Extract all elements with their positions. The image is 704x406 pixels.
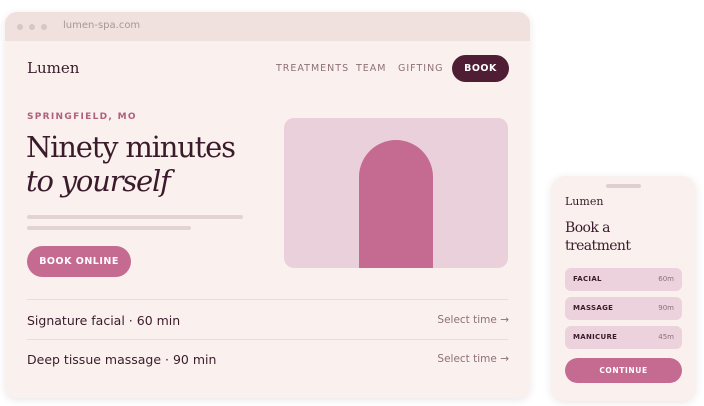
book-online-button[interactable]: BOOK ONLINE bbox=[27, 246, 131, 277]
continue-button[interactable]: CONTINUE bbox=[565, 358, 682, 383]
option-manicure[interactable]: MANICURE 45m bbox=[565, 326, 682, 349]
option-name: MANICURE bbox=[573, 333, 618, 341]
option-name: FACIAL bbox=[573, 275, 602, 283]
address-bar-url[interactable]: lumen-spa.com bbox=[63, 20, 140, 31]
divider bbox=[27, 299, 508, 300]
mobile-title: Book a treatment bbox=[565, 219, 631, 255]
window-maximize-dot[interactable] bbox=[41, 24, 47, 30]
service-name-massage: Deep tissue massage · 90 min bbox=[27, 352, 217, 367]
location-eyebrow: SPRINGFIELD, MO bbox=[27, 112, 137, 122]
service-name-facial: Signature facial · 60 min bbox=[27, 313, 181, 328]
option-name: MASSAGE bbox=[573, 304, 614, 312]
browser-toolbar: lumen-spa.com bbox=[5, 12, 530, 41]
mobile-title-line-1: Book a bbox=[565, 220, 610, 236]
headline-line-2: to yourself bbox=[26, 164, 171, 198]
arch-shape bbox=[359, 140, 433, 268]
hero-image bbox=[284, 118, 508, 268]
mobile-logo[interactable]: Lumen bbox=[565, 195, 603, 208]
browser-window: lumen-spa.com Lumen TREATMENTS TEAM GIFT… bbox=[5, 12, 530, 398]
mobile-title-line-2: treatment bbox=[565, 238, 631, 254]
text-placeholder-line bbox=[27, 226, 191, 230]
option-massage[interactable]: MASSAGE 90m bbox=[565, 297, 682, 320]
nav-gifting[interactable]: GIFTING bbox=[398, 63, 444, 74]
select-time-massage-link[interactable]: Select time → bbox=[437, 353, 509, 365]
option-duration: 60m bbox=[658, 275, 674, 283]
nav-treatments[interactable]: TREATMENTS bbox=[276, 63, 349, 74]
hero-headline: Ninety minutes to yourself bbox=[26, 130, 236, 198]
phone-notch bbox=[606, 184, 641, 188]
mobile-preview: Lumen Book a treatment FACIAL 60m MASSAG… bbox=[551, 176, 696, 401]
window-close-dot[interactable] bbox=[17, 24, 23, 30]
select-time-facial-link[interactable]: Select time → bbox=[437, 314, 509, 326]
option-facial[interactable]: FACIAL 60m bbox=[565, 268, 682, 291]
option-duration: 90m bbox=[658, 304, 674, 312]
book-button[interactable]: BOOK bbox=[452, 55, 509, 82]
text-placeholder-line bbox=[27, 215, 243, 219]
nav-team[interactable]: TEAM bbox=[356, 63, 387, 74]
headline-line-1: Ninety minutes bbox=[26, 130, 236, 164]
window-minimize-dot[interactable] bbox=[29, 24, 35, 30]
option-duration: 45m bbox=[658, 333, 674, 341]
site-logo[interactable]: Lumen bbox=[27, 59, 79, 77]
divider bbox=[27, 339, 508, 340]
